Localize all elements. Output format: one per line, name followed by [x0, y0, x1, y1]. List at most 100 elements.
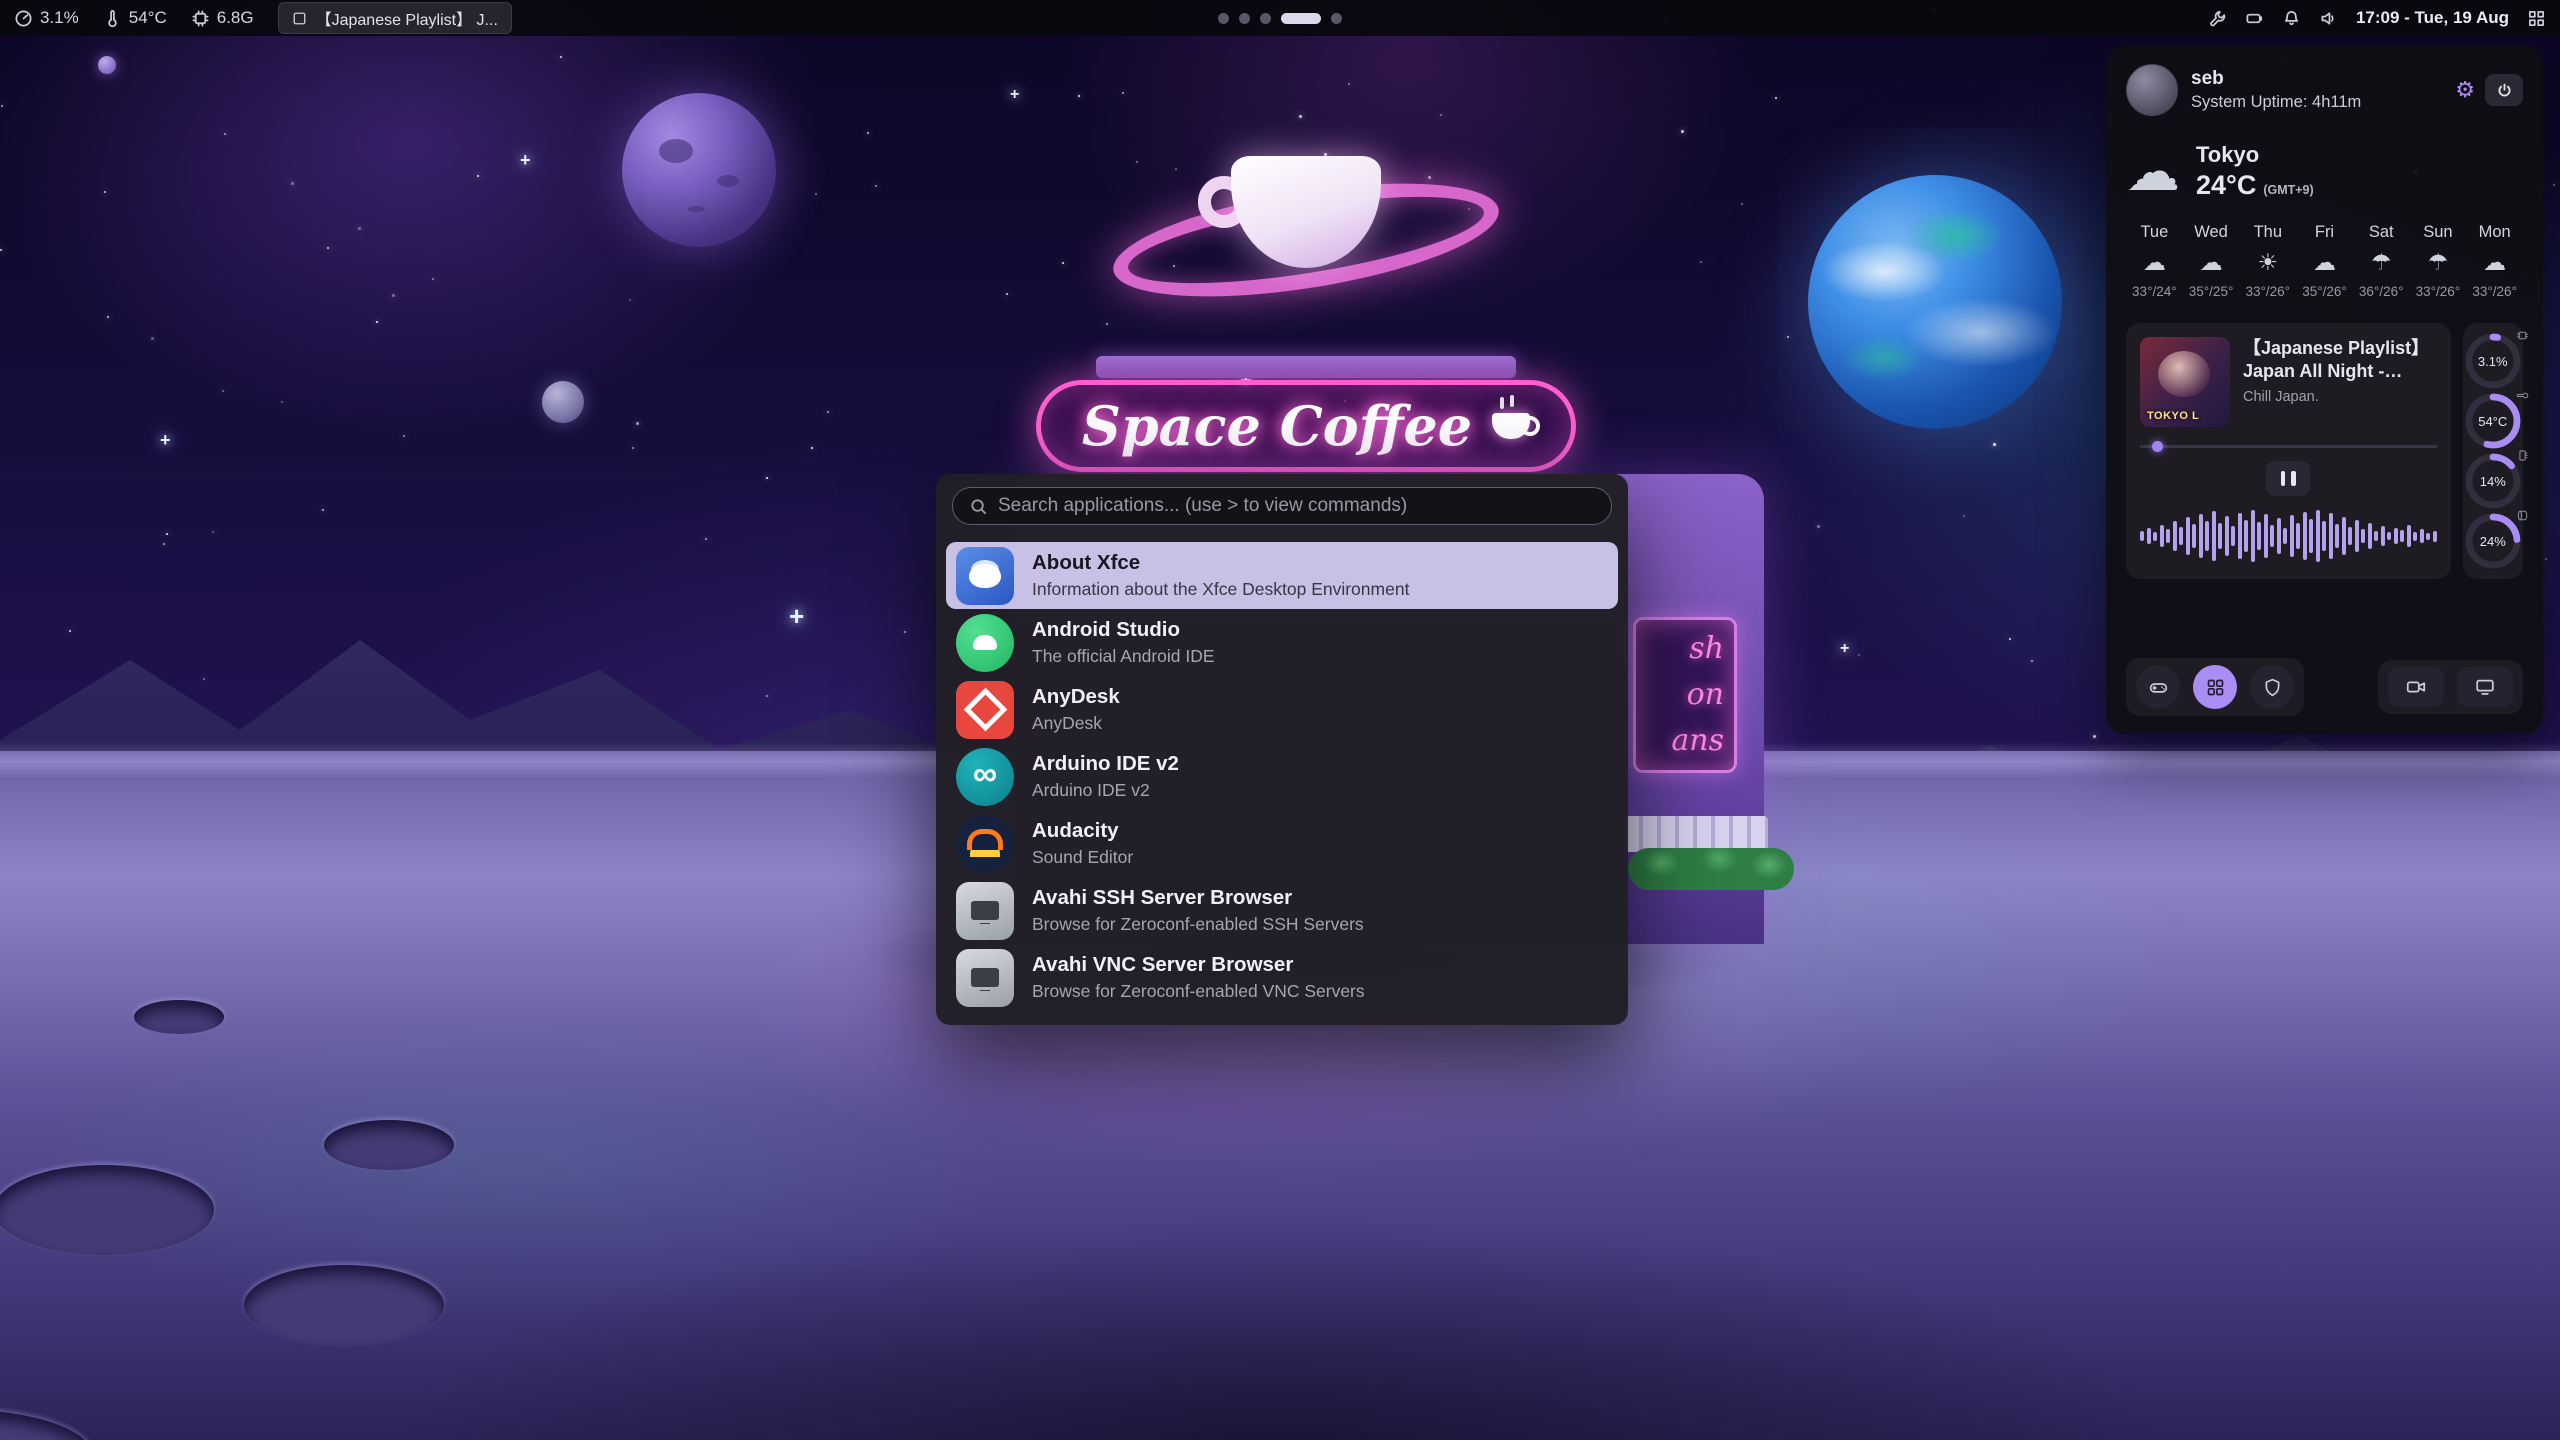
forecast-weather-icon — [2296, 251, 2353, 276]
app-subtitle: The official Android IDE — [1032, 646, 1215, 667]
power-button[interactable] — [2485, 74, 2523, 106]
forecast-day: Fri 35°/26° — [2296, 223, 2353, 299]
app-title: About Xfce — [1032, 551, 1409, 576]
forecast-weather-icon — [2126, 251, 2183, 276]
app-list: About Xfce Information about the Xfce De… — [936, 542, 1628, 1011]
shop-window: sh on ans — [1633, 617, 1737, 773]
temp-stat[interactable]: 54°C — [103, 8, 167, 28]
forecast-weather-icon — [2183, 251, 2240, 276]
workspace-dot[interactable] — [1218, 13, 1229, 24]
weather-forecast: Tue 33°/24° Wed 35°/25° Thu 33°/26° Fri … — [2126, 223, 2523, 299]
cpu-gauge: 3.1% — [2463, 331, 2523, 391]
app-title: AnyDesk — [1032, 685, 1120, 710]
android-studio-icon — [956, 614, 1014, 672]
app-item-avahi-ssh[interactable]: Avahi SSH Server Browser Browse for Zero… — [946, 877, 1618, 944]
control-center-panel: seb System Uptime: 4h11m ⚙ ☁ Tokyo 24°C … — [2106, 46, 2543, 734]
workspace-dot[interactable] — [1331, 13, 1342, 24]
app-item-anydesk[interactable]: AnyDesk AnyDesk — [946, 676, 1618, 743]
shield-button[interactable] — [2250, 665, 2294, 709]
speaker-icon[interactable] — [2319, 9, 2338, 28]
quick-toggle-group — [2126, 658, 2304, 716]
display-icon — [2474, 676, 2496, 698]
progress-thumb[interactable] — [2152, 441, 2163, 452]
media-progress-slider[interactable] — [2140, 441, 2437, 452]
capture-group — [2378, 660, 2523, 714]
display-button[interactable] — [2457, 667, 2513, 707]
gamepad-button[interactable] — [2136, 665, 2180, 709]
memory-gauge: 14% — [2463, 451, 2523, 511]
anydesk-icon — [956, 681, 1014, 739]
app-item-audacity[interactable]: Audacity Sound Editor — [946, 810, 1618, 877]
app-item-avahi-vnc[interactable]: Avahi VNC Server Browser Browse for Zero… — [946, 944, 1618, 1011]
forecast-day: Mon 33°/26° — [2466, 223, 2523, 299]
launcher-search[interactable] — [952, 487, 1612, 525]
temperature-gauge-value: 54°C — [2463, 391, 2523, 451]
pause-icon — [2281, 471, 2286, 486]
app-title: Avahi VNC Server Browser — [1032, 953, 1365, 978]
app-title: Audacity — [1032, 819, 1133, 844]
wrench-icon[interactable] — [2208, 9, 2227, 28]
memory-chip-icon — [191, 9, 210, 28]
app-item-about-xfce[interactable]: About Xfce Information about the Xfce De… — [946, 542, 1618, 609]
forecast-weather-icon — [2353, 251, 2410, 276]
app-launcher: About Xfce Information about the Xfce De… — [936, 474, 1628, 1025]
cpu-value: 3.1% — [40, 8, 79, 28]
workspace-dot[interactable] — [1260, 13, 1271, 24]
app-item-android-studio[interactable]: Android Studio The official Android IDE — [946, 609, 1618, 676]
app-item-arduino[interactable]: Arduino IDE v2 Arduino IDE v2 — [946, 743, 1618, 810]
settings-button[interactable]: ⚙ — [2455, 79, 2475, 101]
memory-stat[interactable]: 6.8G — [191, 8, 254, 28]
active-window-button[interactable]: 【Japanese Playlist】 J... — [278, 2, 512, 34]
progress-track — [2140, 445, 2437, 448]
user-card: seb System Uptime: 4h11m ⚙ — [2126, 64, 2523, 116]
bell-icon[interactable] — [2282, 9, 2301, 28]
forecast-day: Tue 33°/24° — [2126, 223, 2183, 299]
gear-icon: ⚙ — [2455, 77, 2475, 102]
video-camera-icon — [2405, 676, 2427, 698]
avatar[interactable] — [2126, 64, 2178, 116]
forecast-weather-icon — [2410, 251, 2467, 276]
power-icon — [2496, 82, 2513, 99]
cpu-gauge-value: 3.1% — [2463, 331, 2523, 391]
workspace-indicator — [1218, 0, 1342, 36]
app-subtitle: Browse for Zeroconf-enabled VNC Servers — [1032, 981, 1365, 1002]
sign-roof — [1096, 356, 1516, 378]
weather-timezone: (GMT+9) — [2263, 183, 2313, 197]
disk-gauge-value: 24% — [2463, 511, 2523, 571]
avahi-vnc-icon — [956, 949, 1014, 1007]
cpu-icon — [2516, 329, 2529, 342]
top-bar: 3.1% 54°C 6.8G 【Japanese Playlist】 J... — [0, 0, 2560, 36]
forecast-day: Thu 33°/26° — [2239, 223, 2296, 299]
media-subtitle: Chill Japan. — [2243, 389, 2437, 405]
cpu-gauge-icon — [14, 9, 33, 28]
app-title: Android Studio — [1032, 618, 1215, 643]
thermometer-icon — [103, 9, 122, 28]
play-pause-button[interactable] — [2266, 461, 2310, 496]
window-icon — [292, 11, 307, 26]
screen-record-button[interactable] — [2388, 667, 2444, 707]
temp-value: 54°C — [129, 8, 167, 28]
app-subtitle: Information about the Xfce Desktop Envir… — [1032, 579, 1409, 600]
cpu-stat[interactable]: 3.1% — [14, 8, 79, 28]
forecast-day: Wed 35°/25° — [2183, 223, 2240, 299]
battery-icon[interactable] — [2245, 9, 2264, 28]
shop-fence — [1625, 816, 1768, 852]
app-subtitle: Sound Editor — [1032, 847, 1133, 868]
clock[interactable]: 17:09 - Tue, 19 Aug — [2356, 8, 2509, 28]
workspace-dot[interactable] — [1239, 13, 1250, 24]
user-name: seb — [2191, 68, 2361, 90]
window-neon-text: ans — [1646, 718, 1724, 764]
thermometer-icon — [2516, 389, 2529, 402]
audacity-icon — [956, 815, 1014, 873]
app-grid-icon[interactable] — [2527, 9, 2546, 28]
search-input[interactable] — [998, 495, 1595, 517]
avahi-ssh-icon — [956, 882, 1014, 940]
apps-button[interactable] — [2193, 665, 2237, 709]
neon-sign: Space Coffee — [1036, 380, 1576, 472]
workspace-dot-active[interactable] — [1281, 13, 1321, 24]
waveform — [2140, 507, 2437, 565]
album-art[interactable]: TOKYO L — [2140, 337, 2230, 427]
arduino-icon — [956, 748, 1014, 806]
forecast-day: Sat 36°/26° — [2353, 223, 2410, 299]
memory-gauge-value: 14% — [2463, 451, 2523, 511]
